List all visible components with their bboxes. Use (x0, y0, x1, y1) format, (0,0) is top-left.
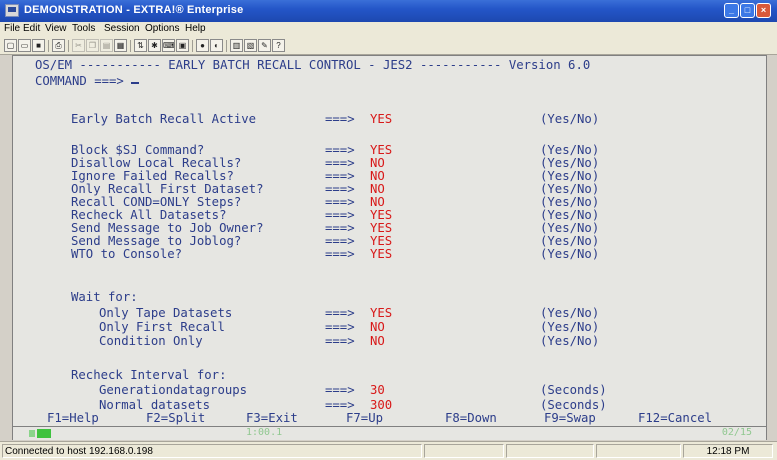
menu-bar: File Edit View Tools Session Options Hel… (0, 22, 777, 37)
operator-info-area: 1:00.1 02/15 (12, 427, 767, 440)
status-panel (424, 444, 504, 458)
command-prompt: COMMAND ===> (35, 74, 124, 88)
screen-header: OS/EM ----------- EARLY BATCH RECALL CON… (35, 58, 591, 72)
open-icon[interactable]: ▭ (18, 39, 31, 52)
setting-label: WTO to Console? (71, 247, 183, 261)
command-input[interactable] (131, 82, 140, 84)
toolbar-icon[interactable]: ▧ (244, 39, 257, 52)
toolbar-separator (192, 40, 193, 52)
macro-icon[interactable]: ▦ (114, 39, 127, 52)
setting-hint: (Yes/No) (540, 247, 600, 261)
setting-arrow: ===> (325, 383, 355, 397)
session-indicator: 1:00.1 (246, 427, 283, 438)
status-bar: Connected to host 192.168.0.198 12:18 PM (0, 441, 777, 460)
setting-label: Condition Only (99, 334, 203, 348)
pf-key-f2[interactable]: F2=Split (146, 410, 205, 426)
setting-hint: (Seconds) (540, 383, 607, 397)
menu-view[interactable]: View (45, 23, 67, 34)
terminal-screen[interactable]: OS/EM ----------- EARLY BATCH RECALL CON… (12, 55, 767, 427)
emulator-window: DEMONSTRATION - EXTRA!® Enterprise _ □ × F… (0, 0, 777, 460)
setting-hint: (Yes/No) (540, 334, 600, 348)
setting-label: Early Batch Recall Active (71, 112, 257, 126)
setting-arrow: ===> (325, 112, 355, 126)
toolbar-separator (68, 40, 69, 52)
keyboard-icon[interactable]: ⌨ (162, 39, 175, 52)
minimize-button[interactable]: _ (724, 3, 739, 18)
close-button[interactable]: × (756, 3, 771, 18)
print-icon[interactable]: ⎙ (52, 39, 65, 52)
setting-value-field[interactable]: NO (370, 333, 385, 349)
settings-icon[interactable]: ✱ (148, 39, 161, 52)
pf-key-f7[interactable]: F7=Up (346, 410, 383, 426)
toolbar: ▢ ▭ ■ ⎙ ✂ ❐ ▤ ▦ ⇅ ✱ ⌨ ▣ ● ◐ ▥ ▧ ✎ ? (0, 37, 777, 55)
window-title: DEMONSTRATION - EXTRA!® Enterprise (24, 4, 244, 16)
status-panel (506, 444, 594, 458)
toolbar-separator (130, 40, 131, 52)
disconnect-icon[interactable]: ◐ (210, 39, 223, 52)
menu-file[interactable]: File (4, 23, 20, 34)
transfer-icon[interactable]: ⇅ (134, 39, 147, 52)
setting-arrow: ===> (325, 334, 355, 348)
display-icon[interactable]: ▣ (176, 39, 189, 52)
menu-edit[interactable]: Edit (23, 23, 40, 34)
status-panel (596, 444, 681, 458)
setting-arrow: ===> (325, 247, 355, 261)
recheck-heading: Recheck Interval for: (71, 368, 227, 382)
wait-for-heading: Wait for: (71, 290, 138, 304)
cursor-position: 02/15 (721, 427, 752, 438)
copy-icon[interactable]: ❐ (86, 39, 99, 52)
setting-value-field[interactable]: YES (370, 111, 392, 127)
connect-icon[interactable]: ● (196, 39, 209, 52)
setting-hint: (Yes/No) (540, 112, 600, 126)
save-icon[interactable]: ■ (32, 39, 45, 52)
toolbar-separator (226, 40, 227, 52)
connection-status: Connected to host 192.168.0.198 (2, 444, 422, 458)
new-icon[interactable]: ▢ (4, 39, 17, 52)
toolbar-separator (48, 40, 49, 52)
setting-value-field[interactable]: YES (370, 246, 392, 262)
menu-options[interactable]: Options (145, 23, 179, 34)
setting-value-field[interactable]: 30 (370, 382, 385, 398)
maximize-button[interactable]: □ (740, 3, 755, 18)
menu-tools[interactable]: Tools (72, 23, 95, 34)
keyboard-status-icon (29, 430, 35, 437)
pf-key-f12[interactable]: F12=Cancel (638, 410, 712, 426)
pf-key-f3[interactable]: F3=Exit (246, 410, 298, 426)
menu-session[interactable]: Session (104, 23, 140, 34)
window-controls: _ □ × (723, 3, 771, 19)
status-clock: 12:18 PM (683, 444, 773, 458)
edit-icon[interactable]: ✎ (258, 39, 271, 52)
connection-status-icon (37, 429, 51, 438)
command-line: COMMAND ===> (35, 73, 140, 89)
setting-label: Generationdatagroups (99, 383, 248, 397)
pf-key-f8[interactable]: F8=Down (445, 410, 497, 426)
pf-key-f1[interactable]: F1=Help (47, 410, 99, 426)
cut-icon[interactable]: ✂ (72, 39, 85, 52)
app-icon[interactable] (5, 4, 19, 17)
help-icon[interactable]: ? (272, 39, 285, 52)
quickpad-icon[interactable]: ▥ (230, 39, 243, 52)
menu-help[interactable]: Help (185, 23, 206, 34)
title-bar[interactable]: DEMONSTRATION - EXTRA!® Enterprise _ □ × (0, 0, 777, 22)
pf-key-f9[interactable]: F9=Swap (544, 410, 596, 426)
paste-icon[interactable]: ▤ (100, 39, 113, 52)
